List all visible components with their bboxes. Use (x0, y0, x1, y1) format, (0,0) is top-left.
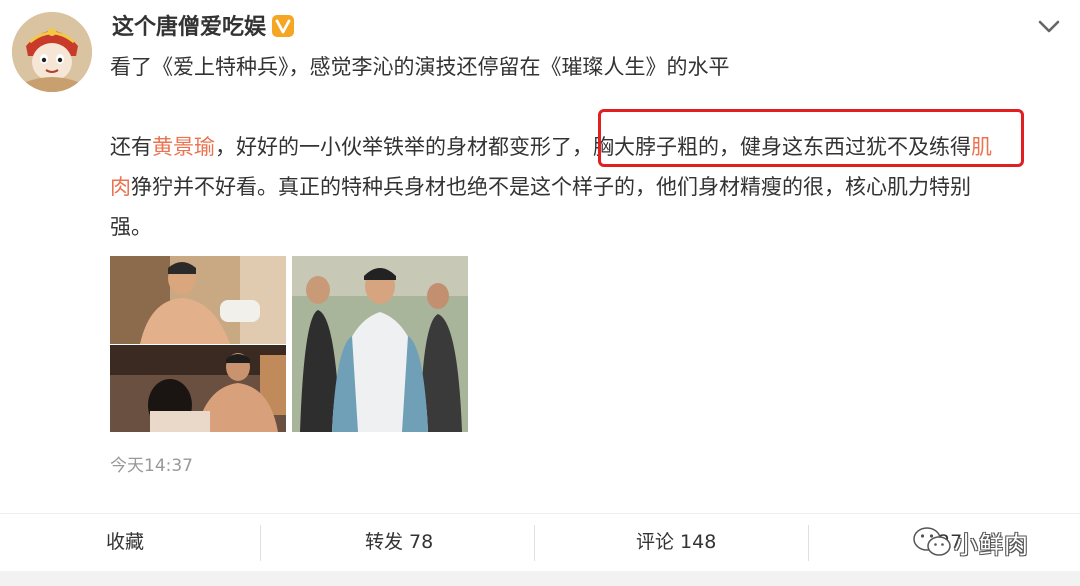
verified-v-badge-icon (272, 15, 294, 37)
watermark-text: 小鲜肉 (954, 530, 1029, 559)
post-image-1[interactable] (110, 256, 286, 344)
wechat-icon (913, 527, 951, 556)
post-title-line: 看了《爱上特种兵》，感觉李沁的演技还停留在《璀璨人生》的水平 (110, 55, 730, 79)
action-bar-bottom-strip (0, 571, 1080, 586)
repost-button[interactable]: 转发 78 (365, 530, 433, 554)
favorite-button[interactable]: 收藏 (106, 530, 144, 554)
action-divider (534, 525, 535, 561)
topic-link-muscle-part2[interactable]: 肉 (110, 175, 131, 199)
paragraph-text: 还有 (110, 135, 152, 159)
username[interactable]: 这个唐僧爱吃娱 (112, 14, 266, 42)
mention-link-huang-jingyu[interactable]: 黄景瑜 (152, 135, 215, 159)
post-image-2[interactable] (110, 345, 286, 432)
action-divider (808, 525, 809, 561)
chevron-down-icon[interactable] (1036, 16, 1062, 38)
paragraph-text: 狰狞并不好看。真正的特种兵身材也绝不是这个样子的，他们身材精瘦的很，核心肌力特别 (131, 175, 971, 199)
post-image-3[interactable] (292, 256, 468, 432)
comment-button[interactable]: 评论 148 (636, 530, 716, 554)
highlight-annotation-box (598, 109, 1024, 167)
cartoon-monk-avatar-icon (12, 12, 92, 92)
wechat-watermark: 小鲜肉 (912, 522, 1029, 562)
avatar[interactable] (12, 12, 92, 92)
post-paragraph-line-3: 强。 (110, 215, 152, 239)
post-paragraph-line-2: 肉狰狞并不好看。真正的特种兵身材也绝不是这个样子的，他们身材精瘦的很，核心肌力特… (110, 172, 971, 202)
post-timestamp: 今天14:37 (110, 456, 193, 476)
action-divider (260, 525, 261, 561)
